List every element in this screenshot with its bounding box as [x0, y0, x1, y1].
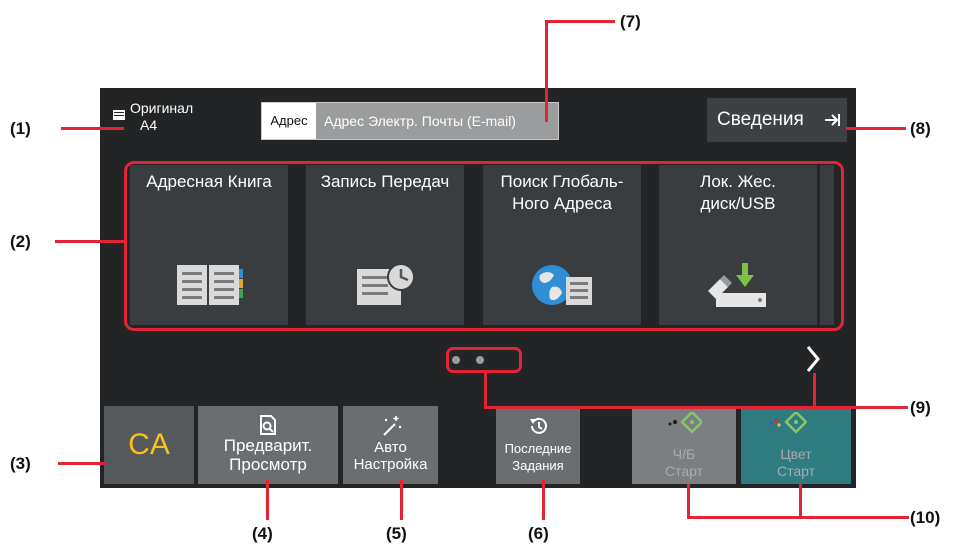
callout-line-3: [58, 462, 106, 465]
auto-label: Авто: [374, 439, 407, 456]
original-size: A4: [140, 117, 158, 133]
recent-jobs-button[interactable]: Последние Задания: [496, 406, 580, 484]
info-button[interactable]: Сведения: [707, 98, 847, 142]
document-icon: [113, 110, 125, 120]
address-button[interactable]: Адрес: [262, 103, 316, 139]
start-label: Старт: [664, 463, 704, 479]
bw-label: Ч/Б: [672, 446, 696, 462]
device-screen: Оригинал A4 Адрес Адрес Электр. Почты (E…: [100, 88, 856, 488]
highlight-frame: [124, 161, 844, 331]
auto-setting-button[interactable]: Авто Настройка: [343, 406, 438, 484]
callout-line-9b: [813, 373, 816, 408]
callout-2: (2): [10, 232, 31, 251]
highlight-frame: [446, 347, 522, 373]
color-start-button[interactable]: Цвет Старт: [741, 406, 851, 484]
preview-icon: [260, 415, 276, 435]
callout-6: (6): [528, 524, 549, 543]
callout-line-9a: [484, 373, 487, 408]
start-icon: [668, 412, 702, 434]
clear-all-button[interactable]: CA: [104, 406, 194, 484]
recent-jobs-label: Последние: [504, 441, 572, 456]
callout-line-4: [266, 480, 269, 520]
email-address-input[interactable]: Адрес Электр. Почты (E-mail): [324, 103, 516, 139]
callout-4: (4): [252, 524, 273, 543]
callout-line-10b: [799, 484, 802, 518]
preview-label-line2: Просмотр: [229, 455, 307, 474]
history-icon: [530, 417, 547, 434]
callout-line-6: [542, 480, 545, 520]
info-button-label: Сведения: [717, 109, 804, 130]
callout-7: (7): [620, 12, 641, 31]
bw-start-button[interactable]: Ч/Б Старт: [632, 406, 736, 484]
start-label: Старт: [776, 463, 816, 479]
callout-3: (3): [10, 454, 31, 473]
callout-9: (9): [910, 398, 931, 417]
start-icon: [769, 412, 807, 434]
callout-10: (10): [910, 508, 941, 527]
callout-line-7: [545, 20, 548, 122]
auto-label-line2: Настройка: [353, 456, 428, 473]
callout-1: (1): [10, 119, 31, 138]
magic-wand-icon: [382, 416, 401, 436]
callout-8: (8): [910, 119, 931, 138]
callout-line-1: [61, 127, 124, 130]
callout-line-9h: [484, 406, 908, 409]
callout-line-8: [846, 127, 906, 130]
callout-line-10a: [687, 484, 690, 518]
preview-button[interactable]: Предварит. Просмотр: [198, 406, 338, 484]
preview-label: Предварит.: [223, 436, 313, 455]
callout-line-2: [55, 240, 125, 243]
callout-line-10h: [687, 516, 909, 519]
recent-jobs-label-line2: Задания: [512, 458, 564, 473]
color-label: Цвет: [780, 446, 812, 462]
address-field[interactable]: Адрес Адрес Электр. Почты (E-mail): [261, 102, 559, 140]
original-label: Оригинал: [130, 100, 194, 116]
chevron-right-icon[interactable]: [803, 342, 823, 376]
callout-line-5: [400, 480, 403, 520]
arrow-right-icon: [825, 114, 840, 126]
callout-5: (5): [386, 524, 407, 543]
callout-line-7h: [545, 20, 615, 23]
